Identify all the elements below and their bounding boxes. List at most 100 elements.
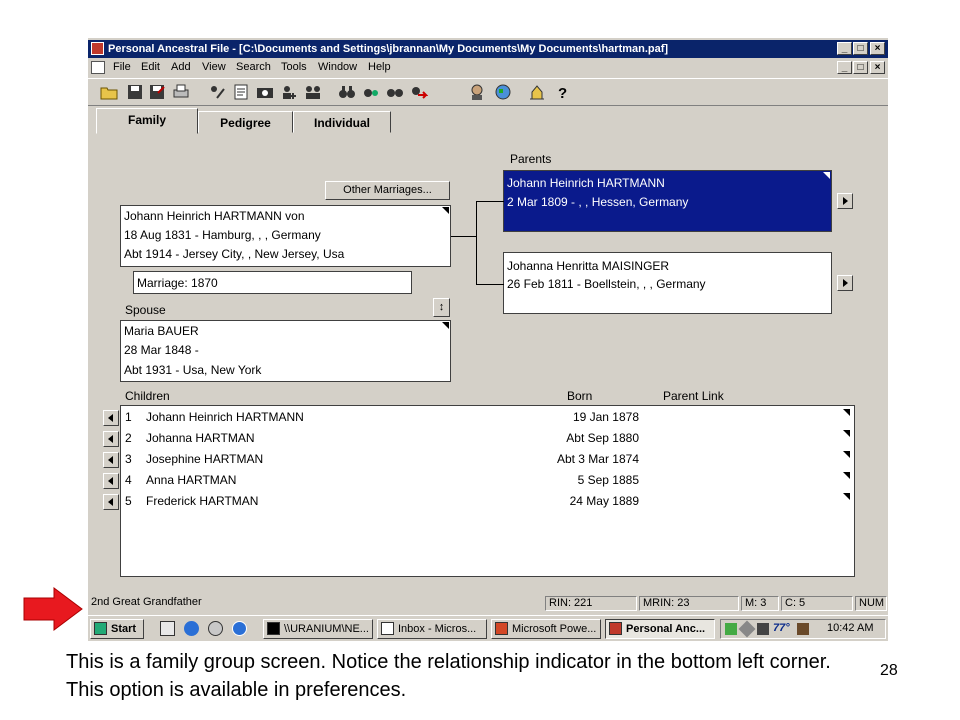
camera-icon[interactable] xyxy=(256,83,274,101)
father-box[interactable]: Johann Heinrich HARTMANN 2 Mar 1809 - , … xyxy=(503,170,832,232)
tab-family[interactable]: Family xyxy=(96,108,198,134)
spouse-box[interactable]: Maria BAUER 28 Mar 1848 - Abt 1931 - Usa… xyxy=(120,320,451,382)
window-title: Personal Ancestral File - [C:\Documents … xyxy=(108,43,669,55)
navigate-arrow-icon[interactable] xyxy=(410,83,429,101)
tray-speaker-icon[interactable] xyxy=(757,623,769,635)
menu-view[interactable]: View xyxy=(202,61,226,73)
edit-individual-icon[interactable] xyxy=(208,83,226,101)
row-corner-marker xyxy=(843,493,850,500)
globe-icon[interactable] xyxy=(494,83,512,101)
menu-edit[interactable]: Edit xyxy=(141,61,160,73)
father-name: Johann Heinrich HARTMANN xyxy=(507,176,665,190)
info-icon[interactable] xyxy=(232,621,247,636)
menu-tools[interactable]: Tools xyxy=(281,61,307,73)
taskbar-button-powerpoint[interactable]: Microsoft Powe... xyxy=(491,619,601,639)
menu-search[interactable]: Search xyxy=(236,61,271,73)
find-individual-icon[interactable] xyxy=(362,83,380,101)
list-item[interactable]: 4 Anna HARTMAN 5 Sep 1885 xyxy=(121,471,851,491)
individual-box[interactable]: Johann Heinrich HARTMANN von 18 Aug 1831… xyxy=(120,205,451,267)
search-binoculars-icon[interactable] xyxy=(338,83,356,101)
individual-birth: 18 Aug 1831 - Hamburg, , , Germany xyxy=(124,228,321,242)
spouse-label: Spouse xyxy=(125,303,166,317)
save-as-icon[interactable] xyxy=(148,83,166,101)
child-name: Johanna HARTMAN xyxy=(146,431,255,445)
app-icon xyxy=(91,42,104,55)
find-couple-icon[interactable] xyxy=(386,83,404,101)
list-item[interactable]: 1 Johann Heinrich HARTMANN 19 Jan 1878 xyxy=(121,408,851,428)
child-navigate-button[interactable] xyxy=(103,410,119,426)
slide-number: 28 xyxy=(880,662,898,679)
tray-network-icon[interactable] xyxy=(725,623,737,635)
outlook-icon[interactable] xyxy=(208,621,223,636)
tray-clock: 10:42 AM xyxy=(827,622,874,634)
pointer-arrow-icon xyxy=(23,587,83,631)
windows-logo-icon xyxy=(94,622,107,635)
connector-line xyxy=(476,201,504,202)
print-icon[interactable] xyxy=(172,83,190,101)
save-icon[interactable] xyxy=(126,83,144,101)
spouse-switch-button[interactable]: ↕ xyxy=(433,298,450,317)
open-folder-icon[interactable] xyxy=(100,83,118,101)
child-born: Abt 3 Mar 1874 xyxy=(556,452,639,466)
internet-explorer-icon[interactable] xyxy=(184,621,199,636)
mother-navigate-button[interactable] xyxy=(837,275,853,291)
tab-pedigree[interactable]: Pedigree xyxy=(198,111,293,133)
individual-corner-marker xyxy=(442,207,449,214)
father-navigate-button[interactable] xyxy=(837,193,853,209)
marriage-text: Marriage: 1870 xyxy=(137,276,218,290)
mother-box[interactable]: Johanna Henritta MAISINGER 26 Feb 1811 -… xyxy=(503,252,832,314)
tab-individual[interactable]: Individual xyxy=(293,111,391,133)
parents-label: Parents xyxy=(510,152,552,166)
start-button[interactable]: Start xyxy=(90,619,144,639)
inbox-icon xyxy=(381,622,394,635)
list-item[interactable]: 5 Frederick HARTMAN 24 May 1889 xyxy=(121,492,851,512)
child-number: 4 xyxy=(125,473,132,487)
child-navigate-button[interactable] xyxy=(103,494,119,510)
svg-text:?: ? xyxy=(558,85,567,101)
toolbar: ? xyxy=(88,78,888,106)
connector-line xyxy=(450,236,476,237)
child-born: 24 May 1889 xyxy=(569,494,639,508)
menu-add[interactable]: Add xyxy=(171,61,191,73)
taskbar-button-paf[interactable]: Personal Anc... xyxy=(605,619,715,639)
doc-close-button[interactable]: × xyxy=(870,61,885,74)
taskbar-label: Microsoft Powe... xyxy=(512,623,597,635)
status-bar: 2nd Great Grandfather RIN: 221 MRIN: 23 … xyxy=(88,595,888,613)
minimize-button[interactable]: _ xyxy=(837,42,852,55)
add-person-icon[interactable] xyxy=(280,83,298,101)
row-corner-marker xyxy=(843,451,850,458)
individual-view-icon[interactable] xyxy=(468,83,486,101)
doc-restore-button[interactable]: □ xyxy=(853,61,868,74)
view-tabs: Family Pedigree Individual xyxy=(88,108,888,134)
children-label: Children xyxy=(125,389,170,403)
marriage-box[interactable]: Marriage: 1870 xyxy=(133,271,412,294)
tray-pen-icon[interactable] xyxy=(738,620,756,638)
title-bar: Personal Ancestral File - [C:\Documents … xyxy=(88,40,888,58)
list-item[interactable]: 2 Johanna HARTMAN Abt Sep 1880 xyxy=(121,429,851,449)
child-navigate-button[interactable] xyxy=(103,473,119,489)
child-navigate-button[interactable] xyxy=(103,431,119,447)
close-button[interactable]: × xyxy=(870,42,885,55)
list-item[interactable]: 3 Josephine HARTMAN Abt 3 Mar 1874 xyxy=(121,450,851,470)
family-icon[interactable] xyxy=(304,83,322,101)
child-navigate-button[interactable] xyxy=(103,452,119,468)
relationship-indicator: 2nd Great Grandfather xyxy=(91,596,202,608)
menu-window[interactable]: Window xyxy=(318,61,357,73)
menu-help[interactable]: Help xyxy=(368,61,391,73)
taskbar-button-inbox[interactable]: Inbox - Micros... xyxy=(377,619,487,639)
spouse-birth: 28 Mar 1848 - xyxy=(124,343,199,357)
tray-app-icon[interactable] xyxy=(797,623,809,635)
marriages-count-status: M: 3 xyxy=(741,596,779,611)
child-name: Frederick HARTMAN xyxy=(146,494,259,508)
desktop-icon[interactable] xyxy=(160,621,175,636)
other-marriages-button[interactable]: Other Marriages... xyxy=(325,181,450,200)
spouse-name: Maria BAUER xyxy=(124,324,199,338)
help-icon[interactable]: ? xyxy=(554,83,572,102)
notes-icon[interactable] xyxy=(232,83,250,101)
menu-file[interactable]: File xyxy=(113,61,131,73)
maximize-button[interactable]: □ xyxy=(853,42,868,55)
taskbar-button-uranium[interactable]: \\URANIUM\NE... xyxy=(263,619,373,639)
doc-minimize-button[interactable]: _ xyxy=(837,61,852,74)
temple-icon[interactable] xyxy=(528,83,546,101)
child-born: 5 Sep 1885 xyxy=(577,473,639,487)
